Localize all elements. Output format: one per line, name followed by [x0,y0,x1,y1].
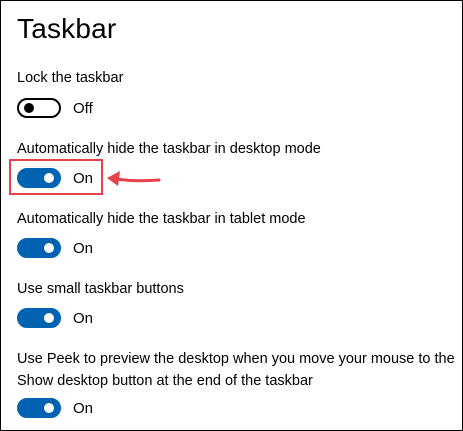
lock-taskbar-setting: Off [17,98,93,118]
settings-panel: Taskbar Lock the taskbar Off Automatical… [0,0,463,431]
small-buttons-setting: On [17,308,93,328]
toggle-knob [44,313,54,323]
toggle-knob [44,403,54,413]
highlight-box [9,159,103,195]
toggle-knob [44,243,54,253]
toggle-state-label: On [73,399,94,417]
autohide-tablet-toggle[interactable] [17,238,61,258]
small-buttons-toggle[interactable] [17,308,61,328]
toggle-state-label: Off [73,99,93,117]
toggle-knob [24,103,34,113]
toggle-state-label: On [73,309,94,327]
peek-setting: On [17,398,93,418]
page-title: Taskbar [17,13,117,44]
autohide-tablet-label: Automatically hide the taskbar in tablet… [17,211,306,227]
toggle-state-label: On [73,239,94,257]
peek-label: Use Peek to preview the desktop when you… [17,351,455,389]
autohide-tablet-setting: On [17,238,93,258]
lock-taskbar-label: Lock the taskbar [17,70,124,86]
peek-toggle[interactable] [17,398,61,418]
small-buttons-label: Use small taskbar buttons [17,281,184,297]
lock-taskbar-toggle[interactable] [17,98,61,118]
autohide-desktop-label: Automatically hide the taskbar in deskto… [17,141,321,157]
arrow-left-icon [107,171,161,186]
